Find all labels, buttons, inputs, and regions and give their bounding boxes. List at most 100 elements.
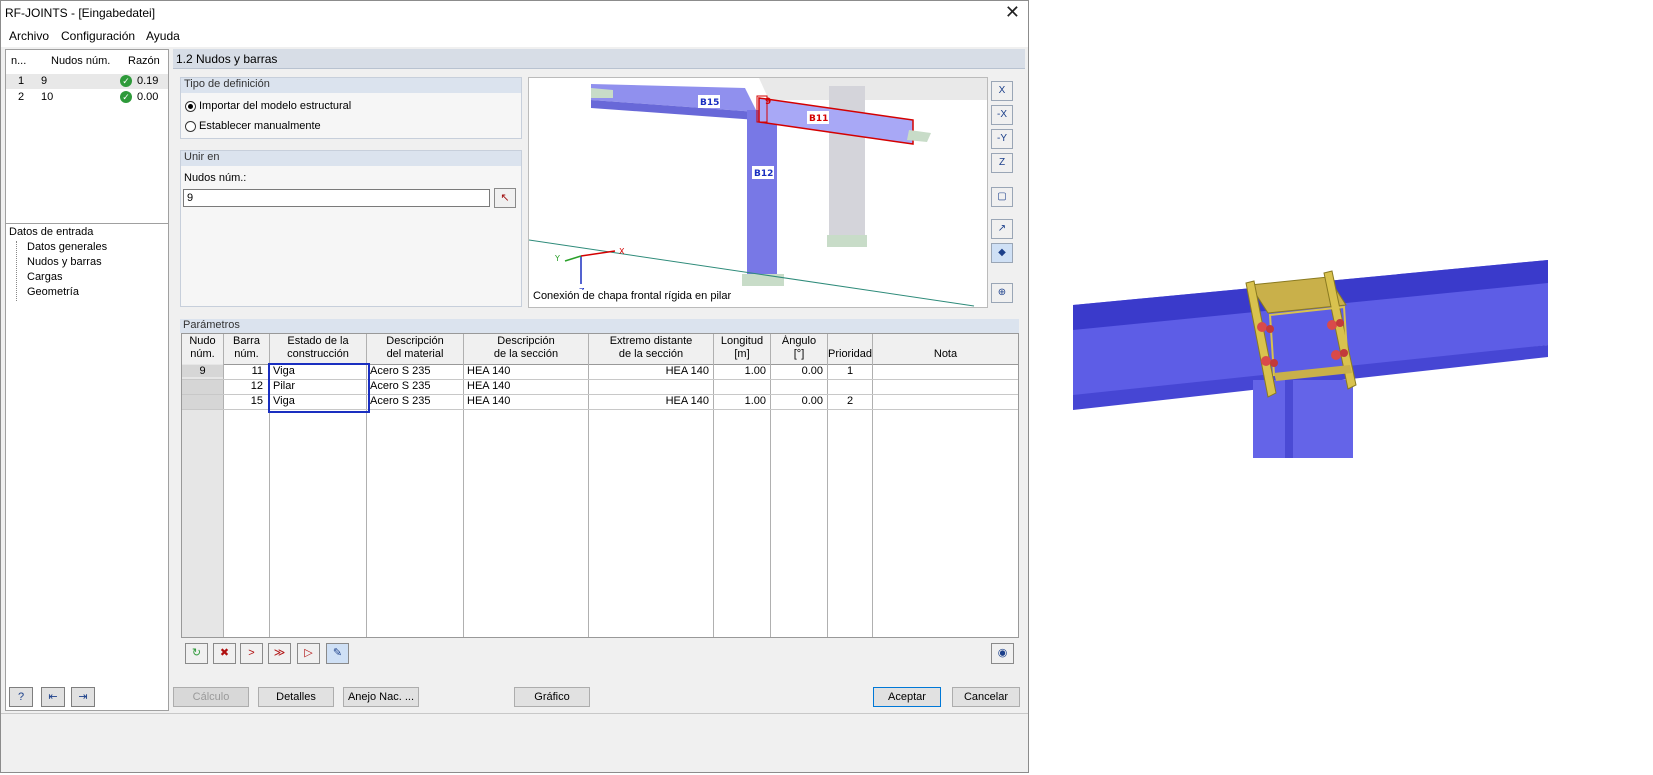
nodes-field-value: 9: [187, 192, 194, 204]
col-header-state-2: construcción: [287, 348, 349, 360]
case-row[interactable]: 2 10 ✓ 0.00: [6, 90, 168, 105]
definition-type-group: Tipo de definición Importar del modelo e…: [180, 77, 522, 139]
case-ratio: 0.00: [137, 91, 159, 103]
menu-configuracion[interactable]: Configuración: [61, 29, 135, 43]
view-z-icon[interactable]: Z: [991, 153, 1013, 173]
case-number: 2: [18, 91, 25, 103]
cell-section[interactable]: HEA 140: [467, 395, 585, 407]
title-bar: RF-JOINTS - [Eingabedatei] ✕: [1, 1, 1028, 25]
view-y-icon[interactable]: -Y: [991, 129, 1013, 149]
col-header-length-2: [m]: [734, 348, 750, 360]
bolt: [1270, 359, 1278, 367]
bolt: [1266, 325, 1274, 333]
national-annex-button[interactable]: Anejo Nac. ...: [343, 687, 419, 707]
show-members-icon[interactable]: ↗: [991, 219, 1013, 239]
zoom-reset-icon[interactable]: ⊕: [991, 283, 1013, 303]
graphic-button[interactable]: Gráfico: [514, 687, 590, 707]
radio-import[interactable]: [185, 101, 196, 112]
cell-far-section[interactable]: HEA 140: [592, 395, 709, 407]
close-icon[interactable]: ✕: [1005, 2, 1020, 23]
tree-item-general[interactable]: Datos generales: [27, 241, 107, 253]
tree-item-loads[interactable]: Cargas: [27, 271, 62, 283]
col-header-ratio[interactable]: Razón: [128, 55, 160, 67]
cell-material[interactable]: Acero S 235: [370, 395, 460, 407]
col-header-n[interactable]: n...: [11, 55, 26, 67]
cell-length[interactable]: 1.00: [714, 395, 766, 407]
cancel-button[interactable]: Cancelar: [952, 687, 1020, 707]
edit-graphic-icon[interactable]: ✎: [326, 643, 349, 664]
back-column-base: [827, 235, 867, 247]
cell-priority[interactable]: 2: [828, 395, 872, 407]
radio-import-label[interactable]: Importar del modelo estructural: [199, 100, 351, 112]
last-icon[interactable]: ≫: [268, 643, 291, 664]
col-header-state-1: Estado de la: [287, 335, 349, 347]
column-web: [1285, 380, 1293, 458]
case-ratio: 0.19: [137, 75, 159, 87]
cell-angle[interactable]: 0.00: [771, 395, 823, 407]
navigator-tree: Datos de entrada Datos generales Nudos y…: [6, 223, 168, 301]
bolt: [1336, 319, 1344, 327]
cell-material[interactable]: Acero S 235: [370, 380, 460, 392]
cell-length[interactable]: 1.00: [714, 365, 766, 377]
calculation-button[interactable]: Cálculo: [173, 687, 249, 707]
delete-icon[interactable]: ✖: [213, 643, 236, 664]
tree-item-nodes-members[interactable]: Nudos y barras: [27, 256, 102, 268]
pick-node-icon[interactable]: ↖: [494, 188, 516, 208]
col-header-priority: Prioridad: [828, 348, 872, 360]
render-icon[interactable]: ◆: [991, 243, 1013, 263]
help-icon[interactable]: ?: [9, 687, 33, 707]
parameters-title: Parámetros: [180, 319, 1019, 333]
bolt: [1257, 322, 1267, 332]
radio-manual[interactable]: [185, 121, 196, 132]
export-icon[interactable]: ⇤: [41, 687, 65, 707]
col-header-nodes[interactable]: Nudos núm.: [51, 55, 110, 67]
main-panel: 1.2 Nudos y barras Tipo de definición Im…: [173, 49, 1027, 674]
col-header-node-2: núm.: [190, 348, 215, 360]
selection-frame: [268, 363, 370, 413]
col-header-node-1: Nudo: [189, 335, 216, 347]
slab: [759, 78, 987, 100]
bolt: [1327, 320, 1337, 330]
view-minus-x-icon[interactable]: -X: [991, 105, 1013, 125]
bolt: [1331, 350, 1341, 360]
col-header-far-section-1: Extremo distante: [609, 335, 693, 347]
model-view[interactable]: B15 B11 B12 9 X Y Z Conexión de chapa fr…: [528, 77, 988, 308]
add-icon[interactable]: ▷: [297, 643, 320, 664]
parameters-table: Nudo núm. Barra núm. Estado de la constr…: [181, 333, 1019, 638]
eye-icon[interactable]: ◉: [991, 643, 1014, 664]
ok-button[interactable]: Aceptar: [873, 687, 941, 707]
refresh-icon[interactable]: ↻: [185, 643, 208, 664]
cell-section[interactable]: HEA 140: [467, 365, 585, 377]
left-panel: n... Nudos núm. Razón 1 9 ✓ 0.19 2 10 ✓ …: [5, 49, 169, 711]
rf-joints-window: RF-JOINTS - [Eingabedatei] ✕ Archivo Con…: [0, 0, 1029, 773]
next-icon[interactable]: >: [240, 643, 263, 664]
cell-priority[interactable]: 1: [828, 365, 872, 377]
iso-view-icon[interactable]: ▢: [991, 187, 1013, 207]
tree-item-geometry[interactable]: Geometría: [27, 286, 79, 298]
cell-angle[interactable]: 0.00: [771, 365, 823, 377]
nodes-field[interactable]: 9: [183, 189, 490, 207]
label-b11: B11: [809, 114, 828, 124]
cell-member[interactable]: 12: [224, 380, 263, 392]
section-header: 1.2 Nudos y barras: [173, 49, 1025, 69]
details-button[interactable]: Detalles: [258, 687, 334, 707]
label-b15: B15: [700, 98, 719, 108]
cell-node[interactable]: [182, 380, 223, 394]
cell-member[interactable]: 11: [224, 365, 263, 377]
menu-archivo[interactable]: Archivo: [9, 29, 49, 43]
cell-section[interactable]: HEA 140: [467, 380, 585, 392]
tree-root[interactable]: Datos de entrada: [9, 226, 93, 238]
cell-far-section[interactable]: HEA 140: [592, 365, 709, 377]
cell-member[interactable]: 15: [224, 395, 263, 407]
case-number: 1: [18, 75, 25, 87]
menu-bar: Archivo Configuración Ayuda: [1, 25, 1028, 47]
import-icon[interactable]: ⇥: [71, 687, 95, 707]
radio-manual-label[interactable]: Establecer manualmente: [199, 120, 321, 132]
axis-y-line: [564, 255, 582, 262]
menu-ayuda[interactable]: Ayuda: [146, 29, 180, 43]
cell-node[interactable]: 9: [182, 365, 223, 377]
case-row[interactable]: 1 9 ✓ 0.19: [6, 74, 168, 89]
cell-material[interactable]: Acero S 235: [370, 365, 460, 377]
cell-node[interactable]: [182, 395, 223, 409]
view-x-icon[interactable]: X: [991, 81, 1013, 101]
